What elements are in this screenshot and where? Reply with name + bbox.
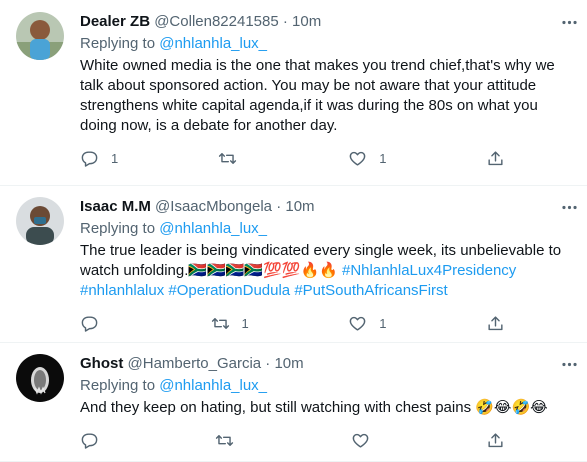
share-button[interactable] xyxy=(486,314,505,333)
timestamp[interactable]: 10m xyxy=(274,355,303,372)
hashtag-links[interactable]: #nhlanhlalux #OperationDudula #PutSouthA… xyxy=(80,282,448,299)
reply-icon xyxy=(81,432,98,449)
avatar[interactable] xyxy=(16,12,64,60)
reply-button[interactable] xyxy=(80,314,111,333)
replying-to: Replying to @nhlanhla_lux_ xyxy=(80,34,571,54)
replying-label: Replying to xyxy=(80,220,156,237)
share-icon xyxy=(488,315,503,330)
tweet-text: And they keep on hating, but still watch… xyxy=(80,399,548,416)
avatar[interactable] xyxy=(16,197,64,245)
avatar[interactable] xyxy=(16,354,64,402)
like-button[interactable] xyxy=(351,431,382,450)
retweet-button[interactable]: 1 xyxy=(211,314,249,333)
mention-link[interactable]: @nhlanhla_lux_ xyxy=(159,377,267,394)
replying-label: Replying to xyxy=(80,377,156,394)
tweet-text: White owned media is the one that makes … xyxy=(80,57,555,134)
retweet-icon xyxy=(218,152,236,164)
like-count: 1 xyxy=(379,315,387,331)
display-name[interactable]: Isaac M.M xyxy=(80,198,151,215)
share-button[interactable] xyxy=(486,431,505,450)
more-icon[interactable] xyxy=(559,354,579,374)
display-name[interactable]: Ghost xyxy=(80,355,123,372)
retweet-button[interactable] xyxy=(215,431,246,450)
tweet-actions xyxy=(80,430,505,450)
like-button[interactable]: 1 xyxy=(348,314,386,333)
tweet-actions: 1 1 xyxy=(80,148,505,168)
tweet-header: Isaac M.M @IsaacMbongela · 10m xyxy=(80,197,571,217)
reply-button[interactable]: 1 xyxy=(80,149,118,168)
retweet-icon xyxy=(211,317,229,329)
reply-count: 1 xyxy=(111,150,119,166)
like-icon xyxy=(349,316,366,331)
tweet[interactable]: Ghost @Hamberto_Garcia · 10m Replying to… xyxy=(0,343,587,462)
tweet-text: The true leader is being vindicated ever… xyxy=(80,241,571,301)
share-button[interactable] xyxy=(486,149,505,168)
replying-to: Replying to @nhlanhla_lux_ xyxy=(80,219,571,239)
user-handle[interactable]: @Hamberto_Garcia xyxy=(128,355,262,372)
mention-link[interactable]: @nhlanhla_lux_ xyxy=(159,220,267,237)
share-icon xyxy=(488,150,503,165)
mention-link[interactable]: @nhlanhla_lux_ xyxy=(159,35,267,52)
separator: · xyxy=(265,355,271,372)
like-icon xyxy=(349,151,366,166)
timestamp[interactable]: 10m xyxy=(292,13,321,30)
tweet[interactable]: Dealer ZB @Collen82241585 · 10m Replying… xyxy=(0,0,587,186)
more-icon[interactable] xyxy=(559,12,579,32)
retweet-count: 1 xyxy=(241,315,249,331)
tweet-header: Dealer ZB @Collen82241585 · 10m xyxy=(80,12,571,32)
like-count: 1 xyxy=(379,150,387,166)
separator: · xyxy=(282,13,288,30)
share-icon xyxy=(488,432,503,447)
timestamp[interactable]: 10m xyxy=(285,198,314,215)
tweet[interactable]: Isaac M.M @IsaacMbongela · 10m Replying … xyxy=(0,186,587,343)
more-icon[interactable] xyxy=(559,197,579,217)
reply-icon xyxy=(81,315,98,332)
replying-to: Replying to @nhlanhla_lux_ xyxy=(80,376,571,396)
hashtag-link[interactable]: #NhlanhlaLux4Presidency xyxy=(342,262,516,279)
like-button[interactable]: 1 xyxy=(348,149,386,168)
reply-button[interactable] xyxy=(80,431,111,450)
reply-icon xyxy=(81,150,98,167)
separator: · xyxy=(276,198,282,215)
display-name[interactable]: Dealer ZB xyxy=(80,13,150,30)
like-icon xyxy=(352,433,368,448)
user-handle[interactable]: @Collen82241585 xyxy=(154,13,279,30)
timeline: Dealer ZB @Collen82241585 · 10m Replying… xyxy=(0,0,587,462)
replying-label: Replying to xyxy=(80,35,156,52)
retweet-icon xyxy=(216,434,234,446)
tweet-actions: 1 1 xyxy=(80,313,505,333)
retweet-button[interactable] xyxy=(218,149,249,168)
tweet-header: Ghost @Hamberto_Garcia · 10m xyxy=(80,354,571,374)
user-handle[interactable]: @IsaacMbongela xyxy=(155,198,272,215)
